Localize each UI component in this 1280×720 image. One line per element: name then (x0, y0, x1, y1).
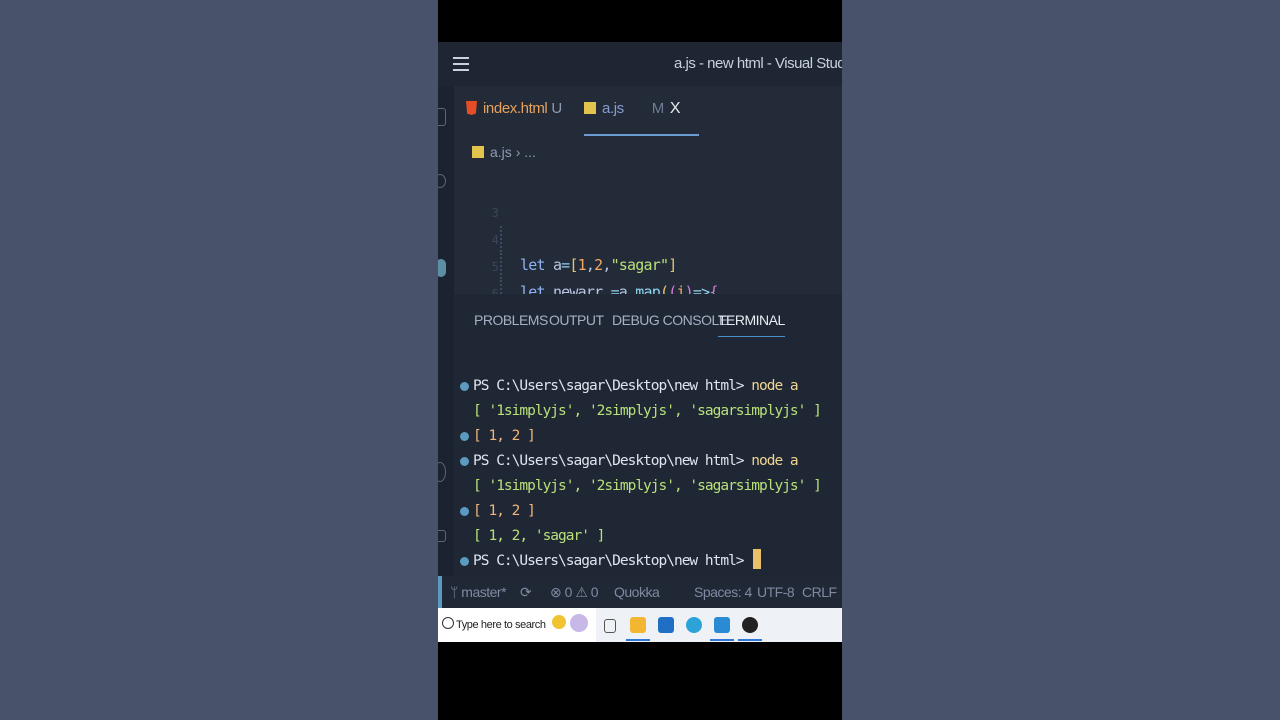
terminal-command: node a (751, 453, 798, 469)
tab-debug-console[interactable]: DEBUG CONSOLE (612, 312, 728, 328)
close-icon[interactable]: X (670, 100, 681, 117)
terminal-output: [ '1simplyjs', '2simplyjs', 'sagarsimply… (473, 403, 822, 419)
taskbar-search[interactable]: Type here to search (438, 608, 596, 642)
javascript-icon (584, 102, 596, 114)
code-text: let a=[1,2,"sagar"] (520, 256, 677, 274)
search-placeholder: Type here to search (456, 619, 546, 631)
remote-indicator[interactable] (438, 576, 442, 608)
terminal-prompt: PS C:\Users\sagar\Desktop\new html> (473, 453, 745, 469)
error-count: 0 (564, 584, 573, 600)
command-status-dot (460, 507, 469, 516)
eol-status[interactable]: CRLF (802, 584, 837, 600)
terminal-output: [ '1simplyjs', '2simplyjs', 'sagarsimply… (473, 478, 822, 494)
sync-icon[interactable]: ⟳ (520, 584, 532, 601)
terminal-line: [ 1, 2 ] (460, 499, 536, 524)
recorder-icon[interactable] (742, 617, 758, 633)
tab-a-js[interactable]: a.js M X (584, 100, 699, 136)
menu-icon[interactable] (453, 57, 469, 71)
terminal-line: PS C:\Users\sagar\Desktop\new html> (460, 549, 762, 574)
run-debug-icon[interactable] (438, 318, 446, 326)
terminal-command: node a (751, 378, 798, 394)
branch-status[interactable]: ᛘ master* (450, 584, 507, 600)
title-bar: a.js - new html - Visual Studio Co (438, 42, 842, 86)
indentation-status[interactable]: Spaces: 4 (694, 584, 752, 600)
tab-output[interactable]: OUTPUT (549, 312, 604, 328)
edge-icon[interactable] (686, 617, 702, 633)
warning-icon: ⚠ (575, 584, 591, 600)
tab-label: a.js (602, 100, 624, 117)
tab-label: index.html (483, 100, 548, 117)
bottom-panel: PROBLEMS OUTPUT DEBUG CONSOLE TERMINAL P… (454, 294, 842, 576)
terminal-output: [ 1, 2 ] (473, 503, 536, 519)
terminal-line: PS C:\Users\sagar\Desktop\new html> node… (460, 449, 799, 474)
weather-icon[interactable] (552, 615, 566, 629)
html5-icon (466, 101, 477, 115)
activity-bar (438, 86, 454, 576)
command-status-dot (460, 457, 469, 466)
command-status-dot (460, 382, 469, 391)
search-icon (442, 617, 454, 629)
quokka-status[interactable]: Quokka (614, 584, 660, 600)
source-control-badge[interactable] (438, 259, 446, 277)
terminal-cursor[interactable] (753, 549, 762, 569)
right-backdrop (842, 0, 1280, 720)
problems-status[interactable]: ⊗ 0 ⚠ 0 (550, 584, 599, 601)
breadcrumb-file[interactable]: a.js (490, 144, 512, 160)
terminal-prompt: PS C:\Users\sagar\Desktop\new html> (473, 378, 745, 394)
explorer-icon[interactable] (438, 108, 446, 126)
running-indicator (626, 639, 650, 641)
windows-taskbar: Type here to search (438, 608, 842, 642)
window-title: a.js - new html - Visual Studio Co (674, 55, 842, 72)
terminal-line: [ 1, 2 ] (460, 424, 536, 449)
widgets-icon[interactable] (570, 614, 588, 632)
breadcrumb-more[interactable]: ... (524, 144, 536, 160)
search-icon[interactable] (438, 174, 446, 188)
terminal-line: PS C:\Users\sagar\Desktop\new html> node… (460, 374, 799, 399)
tab-status: U (551, 100, 562, 117)
tab-terminal[interactable]: TERMINAL (718, 312, 785, 337)
error-icon: ⊗ (550, 584, 565, 600)
warning-count: 0 (590, 584, 599, 600)
branch-name: master* (461, 584, 507, 600)
breadcrumb-separator: › (515, 144, 521, 160)
file-explorer-icon[interactable] (630, 617, 646, 633)
command-status-dot (460, 432, 469, 441)
vscode-icon[interactable] (714, 617, 730, 633)
left-backdrop (0, 0, 438, 720)
task-view-icon[interactable] (604, 619, 616, 633)
tab-problems[interactable]: PROBLEMS (474, 312, 548, 328)
command-status-dot (460, 557, 469, 566)
account-icon[interactable] (438, 462, 446, 482)
encoding-status[interactable]: UTF-8 (757, 584, 795, 600)
running-indicator (710, 639, 734, 641)
status-bar: ᛘ master* ⟳ ⊗ 0 ⚠ 0 Quokka Spaces: 4 UTF… (438, 576, 842, 608)
terminal-output: [ 1, 2, 'sagar' ] (473, 528, 605, 544)
terminal-output: [ 1, 2 ] (473, 428, 536, 444)
javascript-icon (472, 146, 484, 158)
running-indicator (738, 639, 762, 641)
editor-area[interactable]: index.html U a.js M X a.js › ... 3 let a=[1… (438, 86, 842, 355)
terminal-prompt: PS C:\Users\sagar\Desktop\new html> (473, 553, 745, 569)
gear-icon[interactable] (438, 530, 446, 542)
git-branch-icon: ᛘ (450, 584, 462, 600)
video-frame: a.js - new html - Visual Studio Co index… (438, 0, 842, 720)
tab-status: M (651, 100, 665, 117)
mail-icon[interactable] (658, 617, 674, 633)
breadcrumb[interactable]: a.js › ... (472, 144, 536, 160)
tab-index-html[interactable]: index.html U (466, 100, 562, 134)
